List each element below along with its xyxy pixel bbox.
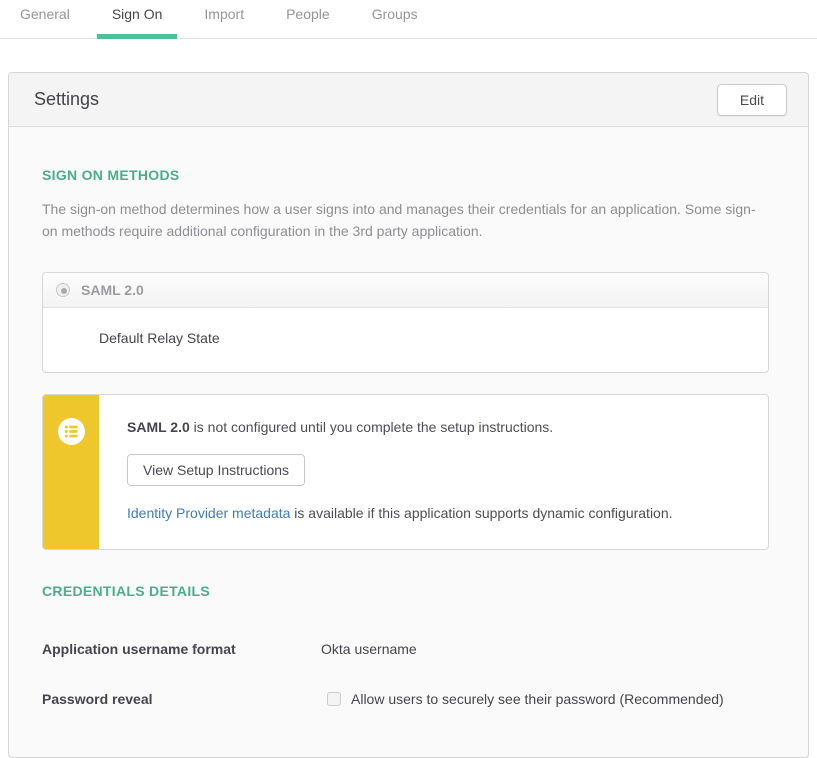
- app-tab-bar: General Sign On Import People Groups: [0, 0, 817, 39]
- callout-content: SAML 2.0 is not configured until you com…: [99, 395, 693, 549]
- saml-radio-button[interactable]: [56, 283, 70, 297]
- tab-sign-on[interactable]: Sign On: [97, 0, 178, 38]
- username-format-label: Application username format: [42, 641, 321, 657]
- callout-method-name: SAML 2.0: [127, 419, 190, 435]
- tab-people[interactable]: People: [271, 0, 345, 38]
- saml-method-header: SAML 2.0: [43, 273, 768, 308]
- saml-method-box: SAML 2.0 Default Relay State: [42, 272, 769, 373]
- identity-provider-metadata-link[interactable]: Identity Provider metadata: [127, 505, 290, 521]
- view-setup-instructions-button[interactable]: View Setup Instructions: [127, 454, 305, 486]
- password-reveal-label: Password reveal: [42, 691, 321, 707]
- saml-setup-callout: SAML 2.0 is not configured until you com…: [42, 394, 769, 550]
- password-reveal-checkbox-label: Allow users to securely see their passwo…: [351, 691, 724, 707]
- callout-message-rest: is not configured until you complete the…: [190, 419, 553, 435]
- idp-metadata-line-rest: is available if this application support…: [290, 505, 672, 521]
- tab-general[interactable]: General: [5, 0, 85, 38]
- sign-on-methods-description: The sign-on method determines how a user…: [42, 198, 769, 242]
- callout-warning-strip: [43, 395, 99, 549]
- saml-method-body: Default Relay State: [43, 308, 768, 372]
- tab-groups[interactable]: Groups: [357, 0, 433, 38]
- edit-button[interactable]: Edit: [717, 84, 787, 116]
- username-format-row: Application username format Okta usernam…: [42, 641, 769, 657]
- callout-message: SAML 2.0 is not configured until you com…: [127, 419, 673, 435]
- settings-panel: Settings Edit SIGN ON METHODS The sign-o…: [8, 72, 809, 758]
- tab-import[interactable]: Import: [189, 0, 259, 38]
- sign-on-methods-heading: SIGN ON METHODS: [42, 167, 769, 183]
- saml-method-label: SAML 2.0: [81, 282, 144, 298]
- default-relay-state-label: Default Relay State: [99, 330, 220, 346]
- credentials-details-heading: CREDENTIALS DETAILS: [42, 583, 769, 599]
- username-format-value: Okta username: [321, 641, 417, 657]
- page-title: Settings: [34, 89, 99, 110]
- bulleted-list-icon: [58, 418, 85, 450]
- idp-metadata-line: Identity Provider metadata is available …: [127, 505, 673, 521]
- password-reveal-checkbox[interactable]: [327, 692, 341, 706]
- settings-panel-header: Settings Edit: [9, 73, 808, 127]
- password-reveal-row: Password reveal Allow users to securely …: [42, 691, 769, 707]
- settings-panel-body: SIGN ON METHODS The sign-on method deter…: [9, 127, 808, 757]
